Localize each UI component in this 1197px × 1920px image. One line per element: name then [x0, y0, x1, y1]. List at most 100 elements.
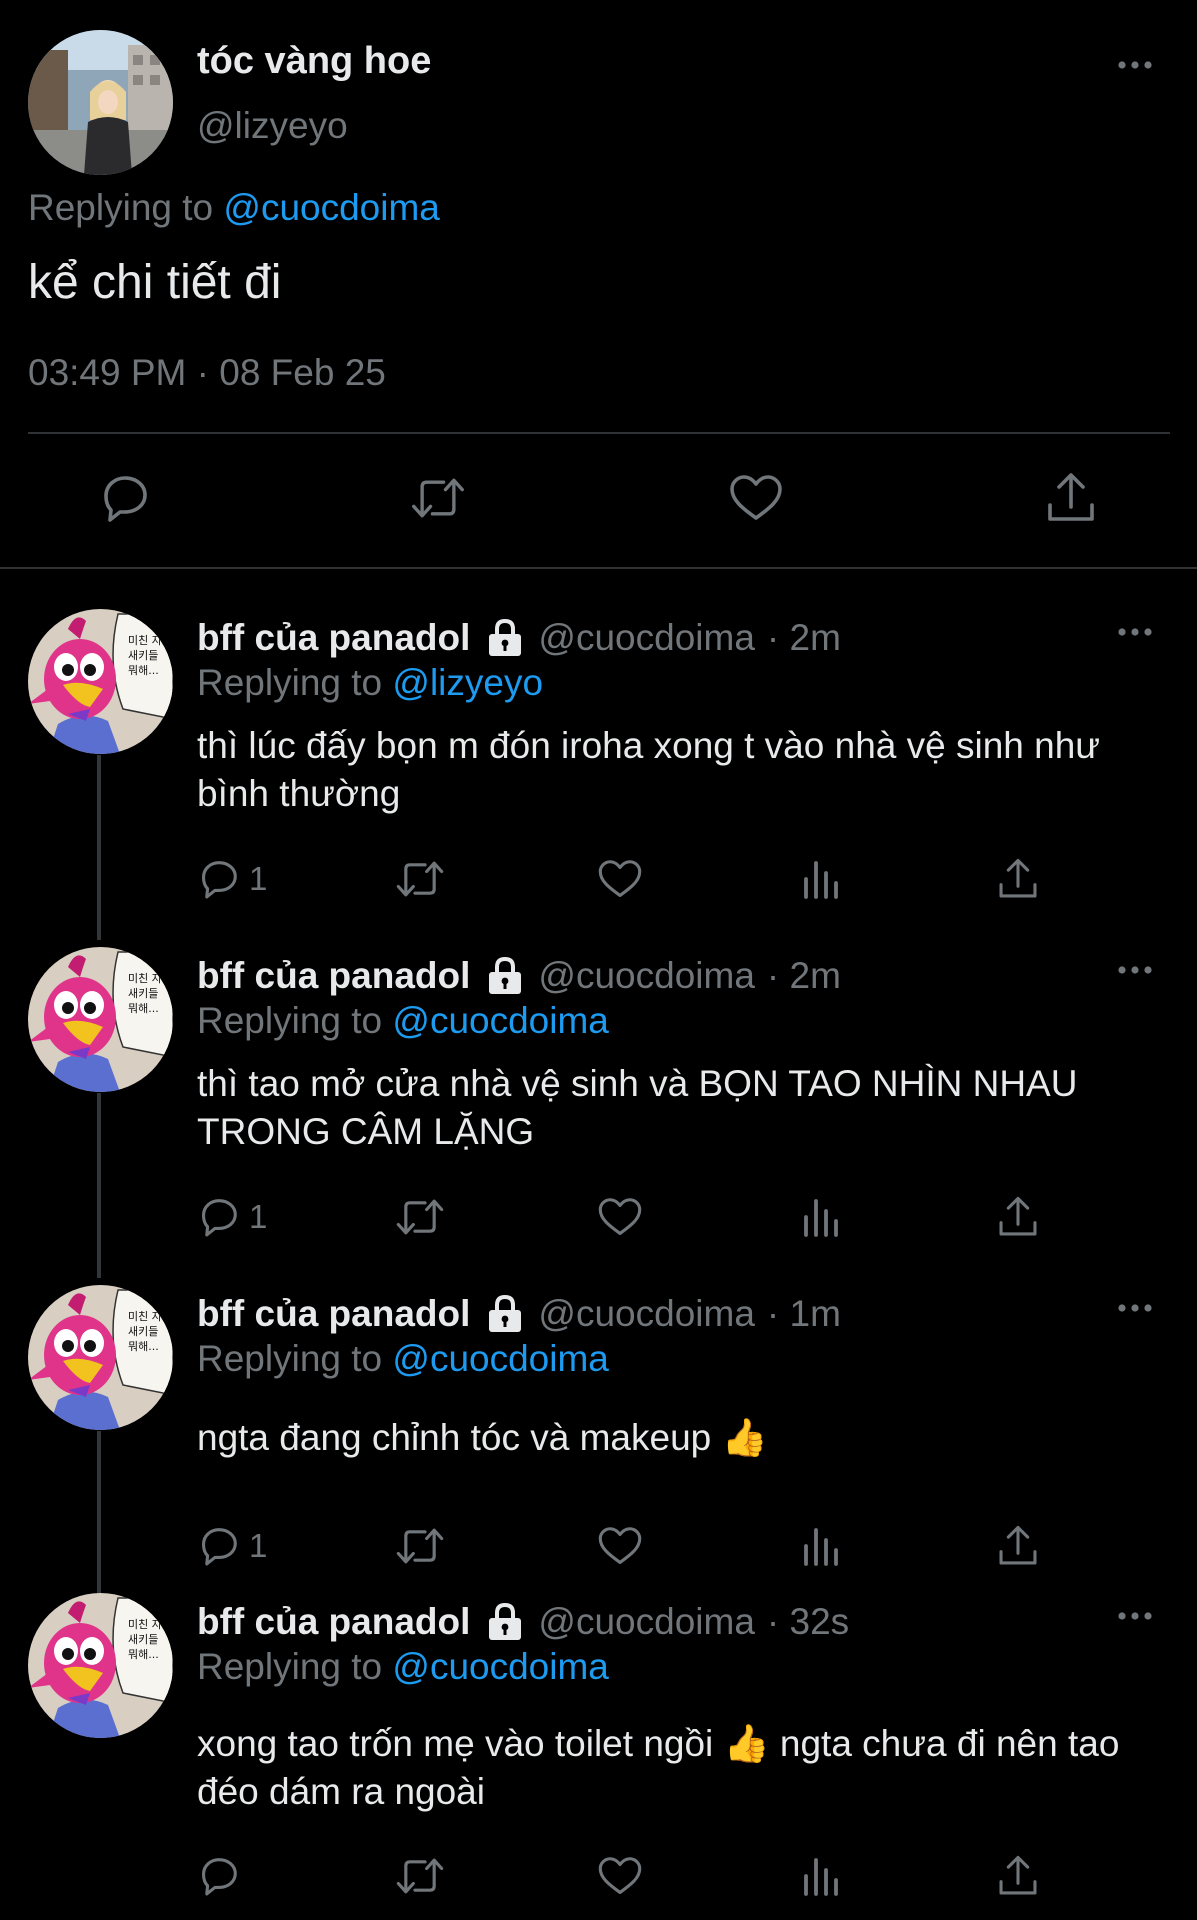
- analytics-icon: [804, 1858, 838, 1896]
- svg-text:뭐해...: 뭐해...: [128, 1001, 159, 1015]
- handle[interactable]: @lizyeyo: [197, 105, 348, 147]
- svg-text:새키들: 새키들: [128, 649, 158, 662]
- replying-to: Replying to @cuocdoima: [197, 999, 609, 1043]
- avatar[interactable]: 미친 자 새키들 뭐해...: [28, 947, 173, 1092]
- share-button[interactable]: [1043, 470, 1099, 526]
- action-bar: [197, 1851, 1097, 1901]
- reply-count: 1: [249, 860, 268, 897]
- replying-prefix: Replying to: [197, 662, 383, 703]
- more-icon: [1118, 61, 1152, 69]
- svg-text:뭐해...: 뭐해...: [128, 1339, 159, 1353]
- retweet-button[interactable]: [395, 1851, 445, 1901]
- retweet-button[interactable]: [395, 854, 445, 904]
- share-icon: [999, 1525, 1037, 1565]
- reply-header: bff của panadol @cuocdoima · 2m: [197, 954, 841, 998]
- bird-avatar-image: 미친 자 새키들 뭐해...: [28, 1285, 173, 1430]
- handle[interactable]: @cuocdoima: [538, 1292, 755, 1336]
- action-bar: 1: [197, 1521, 1097, 1571]
- avatar[interactable]: [28, 30, 173, 175]
- timestamp[interactable]: 03:49 PM · 08 Feb 25: [28, 352, 386, 394]
- avatar[interactable]: 미친 자 새키들 뭐해...: [28, 1285, 173, 1430]
- more-options-button[interactable]: [1117, 1303, 1153, 1313]
- age: · 1m: [766, 1293, 841, 1334]
- display-name[interactable]: bff của panadol: [197, 1600, 470, 1644]
- retweet-icon: [412, 478, 464, 518]
- share-button[interactable]: [997, 854, 1039, 904]
- like-button[interactable]: [597, 854, 643, 904]
- replying-to-link[interactable]: @cuocdoima: [392, 1000, 609, 1041]
- more-options-button[interactable]: [1117, 60, 1153, 70]
- replying-to-link[interactable]: @lizyeyo: [392, 662, 543, 703]
- action-bar: [0, 470, 1197, 530]
- reply-button[interactable]: [97, 470, 153, 526]
- like-button[interactable]: [597, 1851, 643, 1901]
- analytics-icon: [804, 861, 838, 899]
- share-button[interactable]: [997, 1851, 1039, 1901]
- like-button[interactable]: [597, 1192, 643, 1242]
- share-button[interactable]: [997, 1521, 1039, 1571]
- reply-button[interactable]: 1: [197, 854, 267, 904]
- section-divider: [0, 567, 1197, 569]
- age: · 32s: [766, 1601, 850, 1642]
- retweet-button[interactable]: [410, 470, 466, 526]
- reply-button[interactable]: 1: [197, 1521, 267, 1571]
- replying-to-link[interactable]: @cuocdoima: [392, 1338, 609, 1379]
- bird-avatar-image: 미친 자 새키들 뭐해...: [28, 947, 173, 1092]
- display-name[interactable]: bff của panadol: [197, 616, 470, 660]
- like-icon: [598, 860, 642, 897]
- more-options-button[interactable]: [1117, 1611, 1153, 1621]
- replying-prefix: Replying to: [28, 187, 214, 228]
- handle[interactable]: @cuocdoima: [538, 954, 755, 998]
- reply-icon: [201, 861, 237, 899]
- display-name[interactable]: bff của panadol: [197, 1292, 470, 1336]
- handle[interactable]: @cuocdoima: [538, 616, 755, 660]
- replying-to-link[interactable]: @cuocdoima: [223, 187, 440, 228]
- reply-button[interactable]: 1: [197, 1192, 267, 1242]
- lock-icon: [486, 1294, 524, 1334]
- views-button[interactable]: [801, 854, 841, 904]
- views-button[interactable]: [801, 1521, 841, 1571]
- like-icon: [598, 1198, 642, 1235]
- reply-icon: [201, 1858, 237, 1896]
- retweet-button[interactable]: [395, 1192, 445, 1242]
- svg-text:미친 자: 미친 자: [128, 972, 162, 985]
- like-icon: [598, 1857, 642, 1894]
- reply-header: bff của panadol @cuocdoima · 32s: [197, 1600, 849, 1644]
- analytics-icon: [804, 1528, 838, 1566]
- display-name[interactable]: tóc vàng hoe: [197, 40, 431, 83]
- display-name[interactable]: bff của panadol: [197, 954, 470, 998]
- avatar[interactable]: 미친 자 새키들 뭐해...: [28, 1593, 173, 1738]
- retweet-button[interactable]: [395, 1521, 445, 1571]
- reply-icon: [201, 1528, 237, 1566]
- share-button[interactable]: [997, 1192, 1039, 1242]
- more-icon: [1118, 628, 1152, 636]
- tweet-text: ngta đang chỉnh tóc và makeup 👍: [197, 1417, 768, 1458]
- like-button[interactable]: [728, 470, 784, 526]
- svg-text:뭐해...: 뭐해...: [128, 663, 159, 677]
- analytics-icon: [804, 1199, 838, 1237]
- like-button[interactable]: [597, 1521, 643, 1571]
- views-button[interactable]: [801, 1192, 841, 1242]
- replying-to-link[interactable]: @cuocdoima: [392, 1646, 609, 1687]
- reply-button[interactable]: [197, 1851, 249, 1901]
- reply-count: 1: [249, 1527, 268, 1564]
- svg-text:새키들: 새키들: [128, 1633, 158, 1646]
- more-options-button[interactable]: [1117, 627, 1153, 637]
- reply-tweet: 미친 자 새키들 뭐해... bff của panadol @cuocdoim…: [0, 609, 1197, 919]
- avatar[interactable]: 미친 자 새키들 뭐해...: [28, 609, 173, 754]
- handle[interactable]: @cuocdoima: [538, 1600, 755, 1644]
- replying-prefix: Replying to: [197, 1646, 383, 1687]
- tweet-text: thì tao mở cửa nhà vệ sinh và BỌN TAO NH…: [197, 1063, 1078, 1152]
- reply-tweet: 미친 자 새키들 뭐해... bff của panadol @cuocdoim…: [0, 947, 1197, 1257]
- more-options-button[interactable]: [1117, 965, 1153, 975]
- replying-to: Replying to @cuocdoima: [197, 1337, 609, 1381]
- replying-prefix: Replying to: [197, 1000, 383, 1041]
- reply-tweet: 미친 자 새키들 뭐해... bff của panadol @cuocdoim…: [0, 1285, 1197, 1575]
- action-bar: 1: [197, 1192, 1097, 1242]
- age: · 2m: [766, 617, 841, 658]
- tweet-text: thì lúc đấy bọn m đón iroha xong t vào n…: [197, 725, 1101, 814]
- replying-to: Replying to @cuocdoima: [197, 1645, 609, 1689]
- reply-icon: [201, 1199, 237, 1237]
- views-button[interactable]: [801, 1851, 841, 1901]
- reply-tweet: 미친 자 새키들 뭐해... bff của panadol @cuocdoim…: [0, 1593, 1197, 1920]
